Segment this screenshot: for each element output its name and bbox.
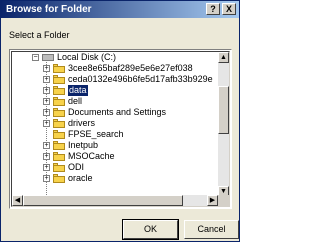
cancel-button[interactable]: Cancel xyxy=(184,220,239,239)
folder-icon xyxy=(53,97,65,106)
tree-item-label: 3cee8e65baf289e5e6e27ef038 xyxy=(68,63,193,73)
tree-item-selected[interactable]: + data xyxy=(12,85,218,96)
folder-icon xyxy=(53,75,65,84)
expand-icon[interactable]: + xyxy=(43,153,50,160)
tree-item-label: Inetpub xyxy=(68,140,99,150)
folder-tree-view[interactable]: − Local Disk (C:) + 3cee8e65baf289e5e6e2… xyxy=(11,51,230,207)
folder-icon xyxy=(53,152,65,161)
tree-root-local-disk[interactable]: − Local Disk (C:) xyxy=(12,52,218,63)
tree-item-label: Documents and Settings xyxy=(68,107,167,117)
scroll-left-icon[interactable]: ◀ xyxy=(12,195,23,206)
window-title: Browse for Folder xyxy=(6,4,92,15)
expand-icon[interactable]: + xyxy=(43,65,50,72)
tree-item[interactable]: + dell xyxy=(12,96,218,107)
scroll-up-icon[interactable]: ▲ xyxy=(218,52,229,63)
folder-tree[interactable]: − Local Disk (C:) + 3cee8e65baf289e5e6e2… xyxy=(9,49,232,209)
close-button[interactable]: X xyxy=(222,3,236,15)
folder-icon xyxy=(53,174,65,183)
expand-icon[interactable]: + xyxy=(43,164,50,171)
tree-item-label: oracle xyxy=(68,173,93,183)
ok-button[interactable]: OK xyxy=(122,219,179,240)
tree-item[interactable]: + ceda0132e496b6fe5d17afb33b929e xyxy=(12,74,218,85)
expand-icon[interactable]: + xyxy=(43,109,50,116)
folder-icon xyxy=(53,163,65,172)
dialog-prompt: Select a Folder xyxy=(9,30,70,40)
tree-item[interactable]: + 3cee8e65baf289e5e6e27ef038 xyxy=(12,63,218,74)
expand-icon[interactable]: + xyxy=(43,87,50,94)
tree-item-label: drivers xyxy=(68,118,96,128)
tree-item[interactable]: + MSOCache xyxy=(12,151,218,162)
folder-icon xyxy=(53,130,65,139)
expand-icon[interactable]: + xyxy=(43,98,50,105)
expand-icon[interactable]: + xyxy=(43,76,50,83)
folder-icon xyxy=(53,108,65,117)
tree-item-label: MSOCache xyxy=(68,151,115,161)
tree-item[interactable]: FPSE_search xyxy=(12,129,218,140)
tree-item-label: ceda0132e496b6fe5d17afb33b929e xyxy=(68,74,213,84)
vertical-scrollbar[interactable]: ▲ ▼ xyxy=(218,52,229,197)
help-button[interactable]: ? xyxy=(206,3,220,15)
tree-item-label: FPSE_search xyxy=(68,129,124,139)
horizontal-scroll-thumb[interactable] xyxy=(23,195,183,206)
browse-folder-dialog: Browse for Folder ? X Select a Folder − … xyxy=(0,0,240,242)
folder-icon xyxy=(53,141,65,150)
tree-item[interactable]: + drivers xyxy=(12,118,218,129)
tree-item-label: dell xyxy=(68,96,83,106)
tree-item[interactable]: + Inetpub xyxy=(12,140,218,151)
title-bar[interactable]: Browse for Folder ? X xyxy=(1,1,239,18)
tree-item-label: ODI xyxy=(68,162,85,172)
vertical-scroll-thumb[interactable] xyxy=(218,86,229,134)
tree-item[interactable]: + ODI xyxy=(12,162,218,173)
tree-item[interactable]: + oracle xyxy=(12,173,218,184)
folder-icon xyxy=(53,119,65,128)
tree-item-label: data xyxy=(68,85,88,96)
scrollbar-corner xyxy=(218,195,229,206)
collapse-icon[interactable]: − xyxy=(32,54,39,61)
drive-icon xyxy=(42,54,54,61)
expand-icon[interactable]: + xyxy=(43,142,50,149)
folder-icon xyxy=(53,64,65,73)
expand-icon[interactable]: + xyxy=(43,175,50,182)
horizontal-scrollbar[interactable]: ◀ ▶ xyxy=(12,195,218,206)
tree-item[interactable]: + Documents and Settings xyxy=(12,107,218,118)
folder-icon xyxy=(53,86,65,95)
expand-icon[interactable]: + xyxy=(43,120,50,127)
tree-item-label: Local Disk (C:) xyxy=(57,52,117,62)
scroll-right-icon[interactable]: ▶ xyxy=(207,195,218,206)
